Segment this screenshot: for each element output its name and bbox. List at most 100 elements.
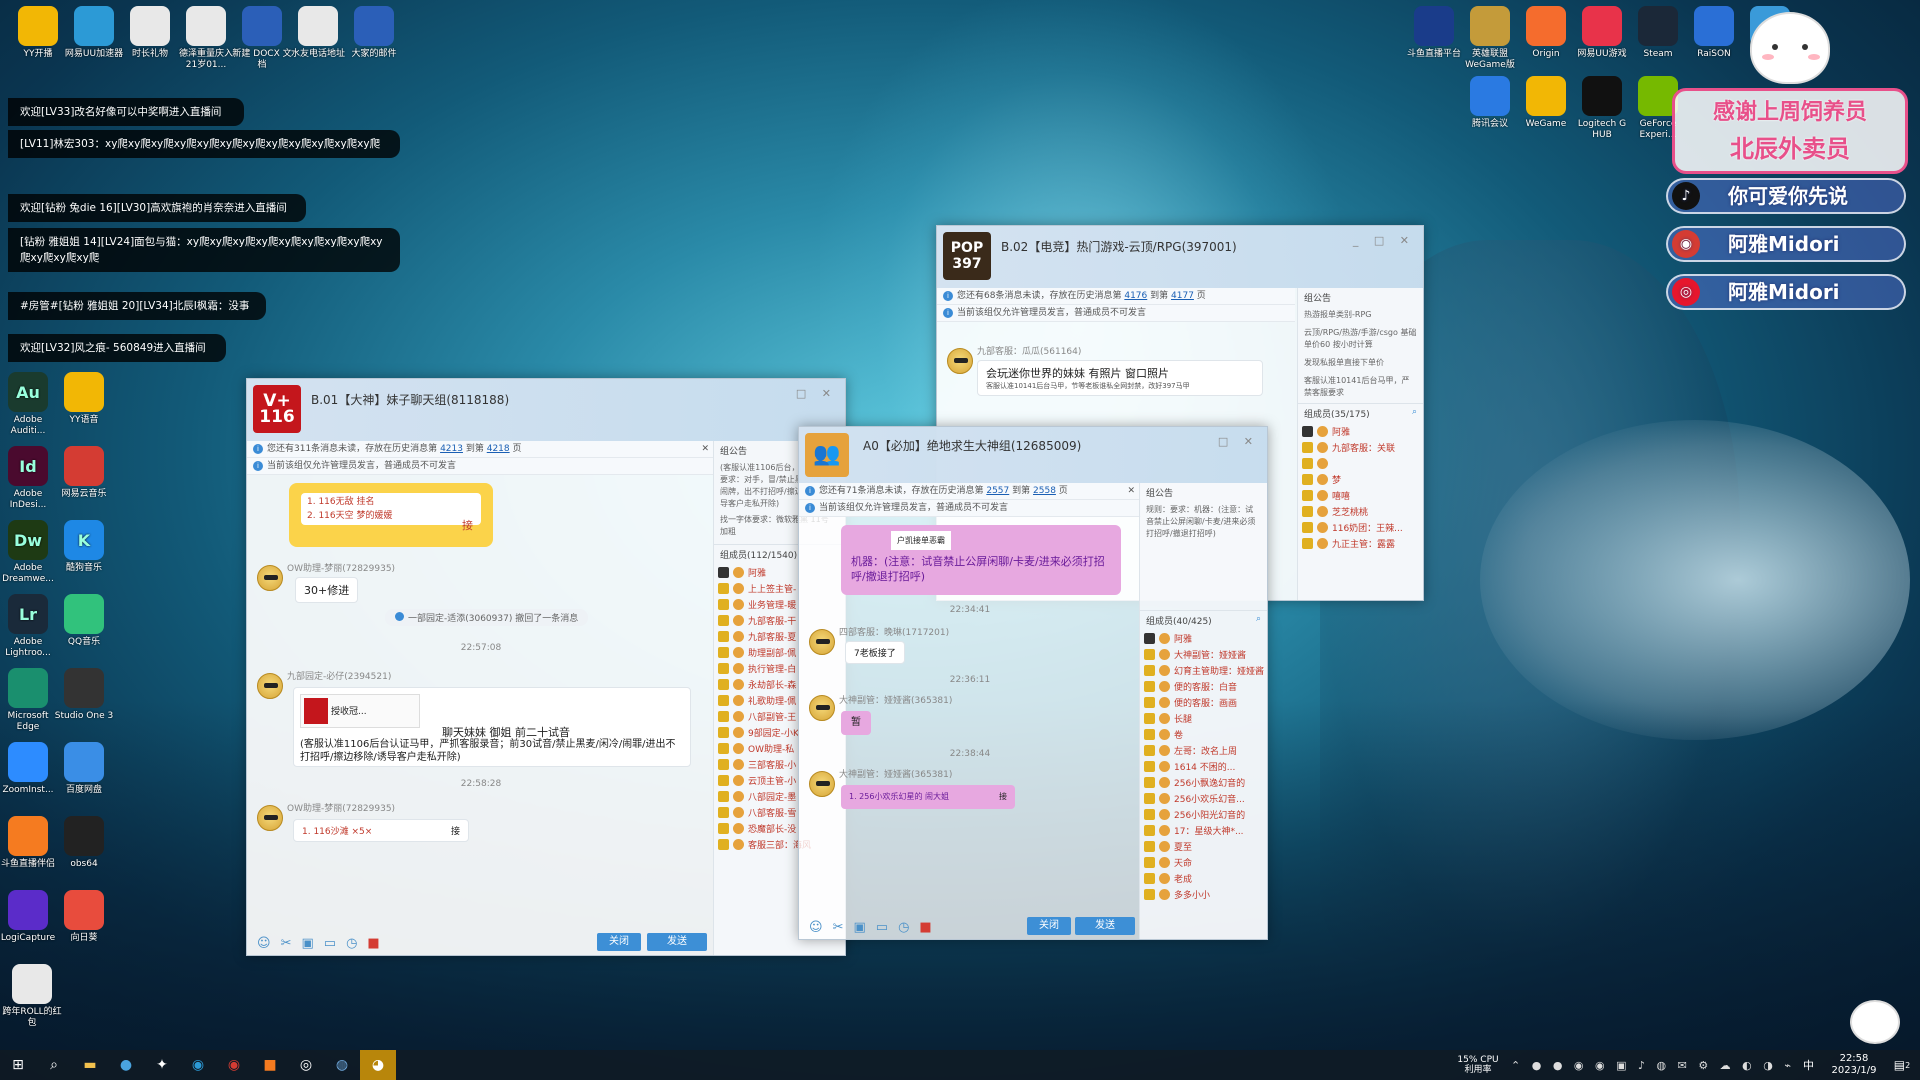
scissors-icon[interactable]: ✂ [281,936,292,951]
desktop-icon[interactable]: 英雄联盟WeGame版 [1458,6,1522,71]
desktop-icon[interactable]: 网易UU加速器 [62,6,126,60]
member-item[interactable]: 卷 [1140,726,1267,742]
member-item[interactable]: 夏至 [1140,838,1267,854]
desktop-icon[interactable]: QQ音乐 [52,594,116,648]
yy-icon[interactable]: ◕ [360,1050,396,1080]
history-page-link[interactable]: 2557 [986,486,1009,496]
desktop-icon[interactable]: Logitech G HUB [1570,76,1634,141]
history-page-link[interactable]: 2558 [1033,486,1056,496]
studio-one-icon[interactable]: ✦ [144,1050,180,1080]
avatar[interactable] [809,771,835,797]
member-item[interactable]: 左哥：改名上周 [1140,742,1267,758]
member-item[interactable]: 116奶团：王辣... [1298,519,1423,535]
desktop-icon[interactable]: Origin [1514,6,1578,60]
member-item[interactable]: 256小阳光幻音的 [1140,806,1267,822]
member-item[interactable]: 阿雅 [1298,423,1423,439]
desktop-icon[interactable]: Id Adobe InDesi... [0,446,60,511]
member-item[interactable]: 便的客服：画画 [1140,694,1267,710]
desktop-icon[interactable]: 时长礼物 [118,6,182,60]
desktop-icon[interactable]: 网易云音乐 [52,446,116,500]
avatar[interactable] [257,673,283,699]
desktop-icon[interactable]: 德泽重量庆入21岁01... [174,6,238,71]
share-card[interactable]: 授收冠... [300,694,420,728]
image-icon[interactable]: ▣ [853,920,865,935]
member-item[interactable]: 256小飘逸幻音的 [1140,774,1267,790]
member-item[interactable]: 便的客服：白音 [1140,678,1267,694]
avatar[interactable] [257,805,283,831]
desktop-icon[interactable]: 大家的邮件 [342,6,406,60]
member-item[interactable]: 天命 [1140,854,1267,870]
desktop-icon[interactable]: 百度网盘 [52,742,116,796]
desktop-icon[interactable]: RaiSON [1682,6,1746,60]
desktop-icon[interactable]: 斗鱼直播平台 [1402,6,1466,60]
desktop-icon[interactable]: 网易UU游戏 [1570,6,1634,60]
obs-icon[interactable]: ◎ [288,1050,324,1080]
member-item[interactable]: 老成 [1140,870,1267,886]
avatar[interactable] [809,695,835,721]
window-controls[interactable]: _ □ ✕ [1353,234,1415,247]
gift-icon[interactable]: ■ [367,936,379,951]
avatar[interactable] [809,629,835,655]
member-item[interactable]: 1614 不困的... [1140,758,1267,774]
member-item[interactable]: 17：星级大神*... [1140,822,1267,838]
close-button[interactable]: 关闭 [1027,917,1071,935]
member-item[interactable]: 大神副管：娅娅酱 [1140,646,1267,662]
desktop-icon[interactable]: Dw Adobe Dreamwe... [0,520,60,585]
desktop-icon[interactable]: K 酷狗音乐 [52,520,116,574]
desktop-icon[interactable]: WeGame [1514,76,1578,130]
avatar[interactable] [947,348,973,374]
mascot-icon[interactable] [1850,1000,1900,1044]
member-item[interactable]: 长腿 [1140,710,1267,726]
member-item[interactable]: 嘻嘻 [1298,487,1423,503]
desktop-icon[interactable]: Microsoft Edge [0,668,60,733]
input-language[interactable]: 中 [1803,1057,1814,1073]
close-button[interactable]: 关闭 [597,933,641,951]
emoji-icon[interactable]: ☺ [257,936,271,951]
member-item[interactable]: 256小欢乐幻音... [1140,790,1267,806]
history-page-link[interactable]: 4177 [1171,291,1194,301]
send-button[interactable]: 发送 [1075,917,1135,935]
desktop-icon[interactable]: YY语音 [52,372,116,426]
clock[interactable]: 22:58 2023/1/9 [1824,1053,1884,1077]
steam-icon[interactable]: ◍ [324,1050,360,1080]
desktop-icon[interactable]: 向日葵 [52,890,116,944]
window-header[interactable]: POP 397 B.02【电竞】热门游戏-云顶/RPG(397001) _ □ … [937,226,1423,288]
browser-icon[interactable]: ● [108,1050,144,1080]
history-page-link[interactable]: 4176 [1124,291,1147,301]
file-explorer-icon[interactable]: ▬ [72,1050,108,1080]
member-item[interactable]: 九正主管：露露 [1298,535,1423,551]
member-item[interactable]: 阿雅 [1140,630,1267,646]
tray-icons[interactable]: ⌃ ● ● ◉ ◉ ▣ ♪ ◍ ✉ ⚙ ☁ ◐ ◑ ⌁ [1511,1059,1795,1072]
uu-icon[interactable]: ◉ [180,1050,216,1080]
search-icon[interactable]: ⌕ [1256,614,1261,624]
desktop-icon[interactable]: 水友电话地址 [286,6,350,60]
send-button[interactable]: 发送 [647,933,707,951]
desktop-icon[interactable]: obs64 [52,816,116,870]
image-icon[interactable]: ▣ [301,936,313,951]
emoji-icon[interactable]: ☺ [809,920,823,935]
douyu-icon[interactable]: ■ [252,1050,288,1080]
desktop-icon[interactable]: Au Adobe Auditi... [0,372,60,437]
start-button[interactable]: ⊞ [0,1050,36,1080]
window-controls[interactable]: □ ✕ [1218,435,1259,448]
window-controls[interactable]: □ ✕ [796,387,837,400]
screen-icon[interactable]: ▭ [876,920,888,935]
window-header[interactable]: 👥 A0【必加】绝地求生大神组(12685009) □ ✕ [799,427,1267,483]
clock-icon[interactable]: ◷ [346,936,357,951]
desktop-icon[interactable]: YY开播 [6,6,70,60]
clock-icon[interactable]: ◷ [898,920,909,935]
member-item[interactable]: 梦 [1298,471,1423,487]
desktop-icon[interactable]: 斗鱼直播伴侣 [0,816,60,870]
member-item[interactable] [1298,455,1423,471]
desktop-icon[interactable]: 跨年ROLL的红包 [0,964,64,1029]
group-chat-window-a0[interactable]: 👥 A0【必加】绝地求生大神组(12685009) □ ✕ i 您还有71条消息未… [798,426,1268,940]
group-chat-window-b01[interactable]: V+ 116 B.01【大神】妹子聊天组(8118188) □ ✕ i 您还有31… [246,378,846,956]
close-notice-icon[interactable]: ✕ [1127,483,1135,499]
scissors-icon[interactable]: ✂ [833,920,844,935]
desktop-icon[interactable]: Studio One 3 [52,668,116,722]
history-page-link[interactable]: 4218 [487,444,510,454]
desktop-icon[interactable]: 新建 DOCX 文档 [230,6,294,71]
desktop-icon[interactable]: 腾讯会议 [1458,76,1522,130]
history-page-link[interactable]: 4213 [440,444,463,454]
member-item[interactable]: 九部客服：关联 [1298,439,1423,455]
